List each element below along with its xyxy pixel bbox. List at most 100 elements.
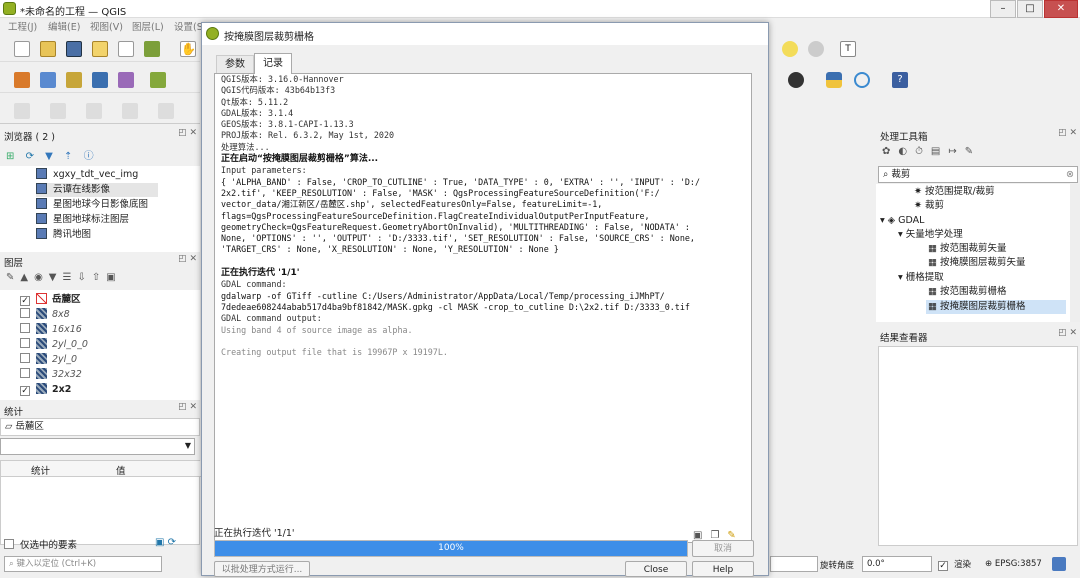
- toolbox-item[interactable]: ▦ 按范围裁剪栅格: [928, 285, 1007, 299]
- messages-icon[interactable]: [1052, 557, 1066, 571]
- tab-log[interactable]: 记录: [254, 53, 292, 74]
- browser-item[interactable]: 星图地球今日影像底图: [36, 198, 148, 212]
- edit-icon[interactable]: [14, 103, 30, 119]
- add-delimited-icon[interactable]: [66, 72, 82, 88]
- identify-icon[interactable]: [86, 103, 102, 119]
- toolbox-toolbar[interactable]: ✿◐⏱▤↦✎: [882, 146, 981, 157]
- style-manager-icon[interactable]: [144, 41, 160, 57]
- render-checkbox[interactable]: ✓ 渲染: [938, 558, 971, 571]
- toolbox-item-selected[interactable]: ▦ 按掩膜图层裁剪栅格: [926, 300, 1066, 314]
- collapse-icon[interactable]: ⇡: [64, 151, 72, 162]
- new-layout-icon[interactable]: [92, 41, 108, 57]
- processing-toolbox-panel: 处理工具箱 ◰ ✕ ✿◐⏱▤↦✎ ⌕ 裁剪 ⊗ ✷ 按范围提取/裁剪 ✷ 裁剪 ▾…: [876, 126, 1080, 326]
- toolbox-item[interactable]: ▦ 按范围裁剪矢量: [928, 242, 1007, 256]
- save-project-icon[interactable]: [66, 41, 82, 57]
- crs-button[interactable]: ⊕ EPSG:3857: [985, 559, 1042, 569]
- toolbox-item[interactable]: ✷ 按范围提取/裁剪: [914, 185, 995, 199]
- select-icon[interactable]: [50, 103, 66, 119]
- menu-view[interactable]: 视图(V): [90, 19, 123, 33]
- tips-icon[interactable]: [782, 41, 798, 57]
- locator-input[interactable]: ⌕ 键入以定位 (Ctrl+K): [4, 556, 162, 572]
- right-toolbar-plugins: ?: [770, 67, 1080, 93]
- log-line: PROJ版本: Rel. 6.3.2, May 1st, 2020: [221, 130, 395, 141]
- window-title: *未命名的工程 — QGIS: [20, 7, 127, 18]
- tab-parameters[interactable]: 参数: [216, 55, 254, 73]
- close-window-button[interactable]: ✕: [1044, 0, 1078, 18]
- layers-dock-buttons[interactable]: ◰ ✕: [178, 254, 197, 264]
- new-project-icon[interactable]: [14, 41, 30, 57]
- layer-item[interactable]: 2yl_0_0: [20, 337, 88, 352]
- add-database-icon[interactable]: [118, 72, 134, 88]
- progress-bar: 100%: [214, 540, 688, 557]
- python-icon[interactable]: [826, 72, 842, 88]
- stats-table-header: 统计 值: [1, 461, 201, 477]
- annotation-icon[interactable]: [158, 103, 174, 119]
- digitize-toolbar: [0, 98, 200, 124]
- toolbox-dock-buttons[interactable]: ◰ ✕: [1058, 128, 1077, 138]
- toolbox-item[interactable]: ▦ 按掩膜图层裁剪矢量: [928, 256, 1026, 270]
- processing-icon[interactable]: [854, 72, 870, 88]
- log-line: gdalwarp -of GTiff -cutline C:/Users/Adm…: [221, 290, 665, 301]
- batch-process-button[interactable]: 以批处理方式运行...: [214, 561, 310, 577]
- stats-dock-buttons[interactable]: ◰ ✕: [178, 402, 197, 412]
- layout-manager-icon[interactable]: [118, 41, 134, 57]
- add-selected-icon[interactable]: ⊞: [6, 151, 14, 162]
- browser-tree: xgxy_tdt_vec_img 云谭在线影像 星图地球今日影像底图 星图地球标…: [0, 166, 200, 252]
- add-virtual-icon[interactable]: [150, 72, 166, 88]
- settings-icon[interactable]: [808, 41, 824, 57]
- stats-refresh-icon[interactable]: ▣ ⟳: [155, 537, 176, 548]
- col-value[interactable]: 值: [116, 463, 126, 477]
- plugin-icon[interactable]: [788, 72, 804, 88]
- add-raster-icon[interactable]: [40, 72, 56, 88]
- layer-item[interactable]: 16x16: [20, 322, 82, 337]
- rotation-input[interactable]: 0.0°: [862, 556, 932, 572]
- col-stat[interactable]: 统计: [31, 463, 50, 477]
- cancel-button[interactable]: 取消: [692, 540, 754, 557]
- toolbox-scrollbar[interactable]: [1070, 184, 1080, 322]
- add-vector-icon[interactable]: [14, 72, 30, 88]
- log-line: Creating output file that is 19967P x 19…: [221, 347, 448, 358]
- status-text: 正在执行迭代 '1/1': [214, 528, 295, 539]
- log-output: QGIS版本: 3.16.0-Hannover QGIS代码版本: 43b64b…: [214, 73, 752, 543]
- progress-text: 100%: [438, 543, 464, 553]
- toolbox-group-vector[interactable]: ▾ 矢量地学处理: [898, 228, 963, 242]
- toolbox-item[interactable]: ✷ 裁剪: [914, 199, 944, 213]
- refresh-icon[interactable]: ⟳: [26, 151, 34, 162]
- info-icon[interactable]: ⓘ: [84, 151, 94, 162]
- help-icon[interactable]: ?: [892, 72, 908, 88]
- text-annotation-icon[interactable]: T: [840, 41, 856, 57]
- layer-item[interactable]: 32x32: [20, 367, 82, 382]
- pan-icon[interactable]: ✋: [180, 41, 196, 57]
- menu-edit[interactable]: 编辑(E): [48, 19, 80, 33]
- layers-toolbar[interactable]: ✎▲◉▼☰⇩⇧▣: [6, 272, 122, 283]
- browser-item-selected[interactable]: 云谭在线影像: [36, 183, 158, 197]
- browser-dock-buttons[interactable]: ◰ ✕: [178, 128, 197, 138]
- toolbox-search-input[interactable]: ⌕ 裁剪 ⊗: [878, 166, 1078, 183]
- open-project-icon[interactable]: [40, 41, 56, 57]
- close-button[interactable]: Close: [625, 561, 687, 577]
- filter-icon[interactable]: ▼: [45, 151, 53, 162]
- browser-item[interactable]: 腾讯地图: [36, 228, 91, 242]
- results-dock-buttons[interactable]: ◰ ✕: [1058, 328, 1077, 338]
- results-viewer-panel: 结果查看器 ◰ ✕: [876, 326, 1080, 552]
- layer-item[interactable]: ✓ 岳麓区: [20, 292, 81, 307]
- layer-item[interactable]: 8x8: [20, 307, 70, 322]
- toolbox-group-raster[interactable]: ▾ 栅格提取: [898, 271, 944, 285]
- measure-icon[interactable]: [122, 103, 138, 119]
- add-wms-icon[interactable]: [92, 72, 108, 88]
- minimize-button[interactable]: –: [990, 0, 1016, 18]
- stats-field-select[interactable]: ▼: [0, 438, 195, 455]
- toolbox-group-gdal[interactable]: ▾ ◈ GDAL: [880, 214, 924, 228]
- stats-layer-select[interactable]: ▱ 岳麓区: [0, 418, 200, 436]
- selected-only-checkbox[interactable]: 仅选中的要素: [4, 537, 77, 551]
- log-line: GDAL command output:: [221, 313, 322, 324]
- help-button[interactable]: Help: [692, 561, 754, 577]
- browser-item[interactable]: 星图地球标注图层: [36, 213, 129, 227]
- menu-project[interactable]: 工程(J): [8, 19, 37, 33]
- browser-item[interactable]: xgxy_tdt_vec_img: [36, 168, 138, 182]
- scale-field[interactable]: [770, 556, 818, 572]
- layer-item[interactable]: 2yl_0: [20, 352, 77, 367]
- layer-item[interactable]: ✓ 2x2: [20, 382, 71, 397]
- menu-layer[interactable]: 图层(L): [132, 19, 164, 33]
- maximize-button[interactable]: □: [1017, 0, 1043, 18]
